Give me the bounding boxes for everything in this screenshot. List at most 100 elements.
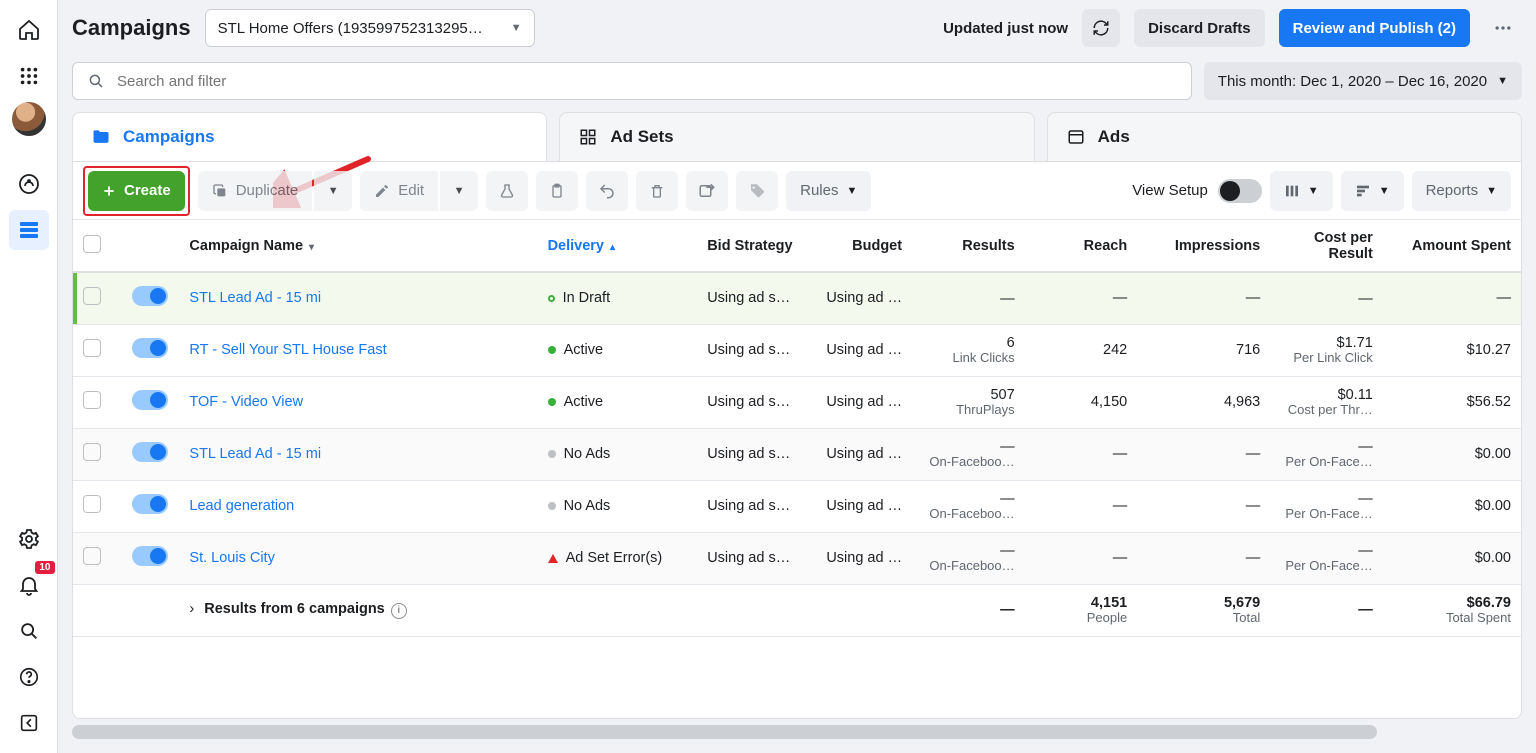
row-toggle[interactable] (122, 480, 179, 532)
col-reach[interactable]: Reach (1025, 220, 1138, 272)
results-cell: — (912, 272, 1025, 324)
reach-cell: — (1025, 272, 1138, 324)
ad-icon (1066, 127, 1086, 147)
table-row[interactable]: St. Louis CityAd Set Error(s)Using ad s…… (73, 532, 1521, 584)
account-selector[interactable]: STL Home Offers (193599752313295… ▼ (205, 9, 535, 47)
date-range-label: This month: Dec 1, 2020 – Dec 16, 2020 (1218, 73, 1487, 90)
tab-label: Ads (1098, 127, 1130, 147)
notifications-bell-icon[interactable]: 10 (9, 565, 49, 605)
tab-ads[interactable]: Ads (1047, 112, 1522, 162)
campaign-name-link[interactable]: RT - Sell Your STL House Fast (189, 342, 386, 358)
delivery-status: Active (548, 342, 688, 358)
table-toolbar: Create Duplicate ▼ (73, 162, 1521, 220)
undo-button[interactable] (586, 171, 628, 211)
table-row[interactable]: STL Lead Ad - 15 miNo AdsUsing ad s…Usin… (73, 428, 1521, 480)
tab-campaigns[interactable]: Campaigns (72, 112, 547, 162)
create-button-label: Create (124, 182, 171, 199)
duplicate-more-button[interactable]: ▼ (314, 171, 352, 211)
duplicate-button[interactable]: Duplicate (198, 171, 313, 211)
create-button[interactable]: Create (88, 171, 185, 211)
search-container[interactable] (72, 62, 1192, 100)
table-row[interactable]: RT - Sell Your STL House FastActiveUsing… (73, 324, 1521, 376)
search-input[interactable] (117, 73, 1177, 90)
view-setup-toggle[interactable]: View Setup (1132, 179, 1262, 203)
switch-icon[interactable] (1218, 179, 1262, 203)
tag-button[interactable] (736, 171, 778, 211)
delete-button[interactable] (636, 171, 678, 211)
expand-summary-icon[interactable]: › (189, 601, 194, 617)
col-bid-strategy[interactable]: Bid Strategy (697, 220, 810, 272)
help-icon[interactable] (9, 657, 49, 697)
edit-more-button[interactable]: ▼ (440, 171, 478, 211)
horizontal-scrollbar[interactable] (72, 725, 1522, 739)
reports-button[interactable]: Reports ▼ (1412, 171, 1511, 211)
more-menu-button[interactable] (1484, 9, 1522, 47)
impressions-cell: — (1137, 532, 1270, 584)
apps-grid-icon[interactable] (9, 56, 49, 96)
table-row[interactable]: Lead generationNo AdsUsing ad s…Using ad… (73, 480, 1521, 532)
reports-label: Reports (1426, 182, 1479, 199)
col-cost-per-result[interactable]: Cost per Result (1270, 220, 1383, 272)
home-icon[interactable] (9, 10, 49, 50)
lab-ab-test-button[interactable] (486, 171, 528, 211)
campaign-name-link[interactable]: STL Lead Ad - 15 mi (189, 446, 321, 462)
spent-cell: $0.00 (1383, 480, 1521, 532)
row-toggle[interactable] (122, 324, 179, 376)
row-toggle[interactable] (122, 376, 179, 428)
review-publish-button[interactable]: Review and Publish (2) (1279, 9, 1470, 47)
cpr-cell: $0.11Cost per Thr… (1270, 376, 1383, 428)
col-results[interactable]: Results (912, 220, 1025, 272)
info-icon[interactable]: i (391, 603, 407, 619)
gauge-icon[interactable] (9, 164, 49, 204)
breakdown-button[interactable]: ▼ (1341, 171, 1404, 211)
row-toggle[interactable] (122, 272, 179, 324)
export-button[interactable] (686, 171, 728, 211)
row-checkbox[interactable] (73, 428, 122, 480)
col-budget[interactable]: Budget (810, 220, 912, 272)
filter-bar: This month: Dec 1, 2020 – Dec 16, 2020 ▼ (58, 56, 1536, 106)
tab-adsets[interactable]: Ad Sets (559, 112, 1034, 162)
search-icon[interactable] (9, 611, 49, 651)
row-toggle[interactable] (122, 428, 179, 480)
bid-strategy-cell: Using ad s… (697, 272, 810, 324)
campaigns-table-icon[interactable] (9, 210, 49, 250)
impressions-cell: — (1137, 480, 1270, 532)
campaign-name-link[interactable]: TOF - Video View (189, 394, 303, 410)
row-checkbox[interactable] (73, 324, 122, 376)
row-checkbox[interactable] (73, 376, 122, 428)
cpr-cell: —Per On-Face… (1270, 480, 1383, 532)
row-checkbox[interactable] (73, 480, 122, 532)
campaign-name-link[interactable]: Lead generation (189, 498, 294, 514)
level-tabs: Campaigns Ad Sets Ads (58, 112, 1536, 162)
table-row[interactable]: STL Lead Ad - 15 miIn DraftUsing ad s…Us… (73, 272, 1521, 324)
account-avatar[interactable] (12, 102, 46, 136)
select-all-header[interactable] (73, 220, 122, 272)
campaigns-table: Campaign Name▾ Delivery▴ Bid Strategy Bu… (73, 220, 1521, 718)
settings-gear-icon[interactable] (9, 519, 49, 559)
row-checkbox[interactable] (73, 532, 122, 584)
refresh-button[interactable] (1082, 9, 1120, 47)
tab-label: Ad Sets (610, 127, 673, 147)
date-range-selector[interactable]: This month: Dec 1, 2020 – Dec 16, 2020 ▼ (1204, 62, 1522, 100)
clipboard-button[interactable] (536, 171, 578, 211)
discard-drafts-button[interactable]: Discard Drafts (1134, 9, 1265, 47)
cpr-cell: —Per On-Face… (1270, 428, 1383, 480)
campaign-name-link[interactable]: STL Lead Ad - 15 mi (189, 290, 321, 306)
col-impressions[interactable]: Impressions (1137, 220, 1270, 272)
col-delivery[interactable]: Delivery▴ (538, 220, 698, 272)
rules-button[interactable]: Rules ▼ (786, 171, 871, 211)
row-checkbox[interactable] (73, 272, 122, 324)
results-cell: 507ThruPlays (912, 376, 1025, 428)
search-icon (87, 72, 105, 90)
campaign-name-link[interactable]: St. Louis City (189, 550, 274, 566)
create-callout: Create (83, 166, 190, 216)
col-campaign-name[interactable]: Campaign Name▾ (179, 220, 537, 272)
table-row[interactable]: TOF - Video ViewActiveUsing ad s…Using a… (73, 376, 1521, 428)
bid-strategy-cell: Using ad s… (697, 376, 810, 428)
collapse-rail-icon[interactable] (9, 703, 49, 743)
edit-button[interactable]: Edit (360, 171, 438, 211)
row-toggle[interactable] (122, 532, 179, 584)
cpr-cell: —Per On-Face… (1270, 532, 1383, 584)
columns-button[interactable]: ▼ (1270, 171, 1333, 211)
col-amount-spent[interactable]: Amount Spent (1383, 220, 1521, 272)
